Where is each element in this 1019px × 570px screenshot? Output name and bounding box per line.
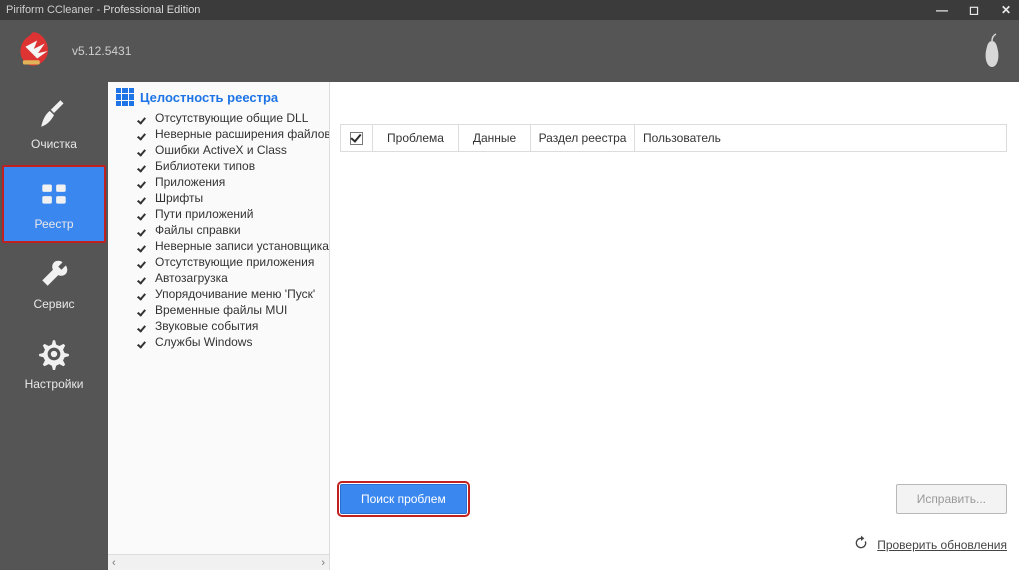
results-table: Проблема Данные Раздел реестра Пользоват… [340,124,1007,152]
check-icon [138,305,148,315]
check-icon [138,289,148,299]
checkbox-icon[interactable] [350,132,363,145]
category-label: Библиотеки типов [155,159,255,173]
check-icon [138,113,148,123]
fix-button[interactable]: Исправить... [896,484,1007,514]
category-item[interactable]: Автозагрузка [116,270,329,286]
category-label: Неверные записи установщика [155,239,329,253]
category-label: Неверные расширения файлов [155,127,329,141]
nav-label: Очистка [31,137,77,151]
close-icon[interactable]: ✕ [999,3,1013,17]
footer: Проверить обновления [853,535,1007,554]
category-list: Отсутствующие общие DLL Неверные расширен… [116,110,329,350]
maximize-icon[interactable]: ◻ [967,3,981,17]
category-item[interactable]: Шрифты [116,190,329,206]
category-label: Приложения [155,175,225,189]
category-label: Временные файлы MUI [155,303,287,317]
nav-clean[interactable]: Очистка [0,85,108,163]
check-icon [138,337,148,347]
blocks-icon [37,177,71,211]
category-label: Ошибки ActiveX и Class [155,143,287,157]
broom-icon [37,97,71,131]
titlebar: Piriform CCleaner - Professional Edition… [0,0,1019,20]
check-icon [138,177,148,187]
nav-label: Сервис [33,297,74,311]
check-icon [138,193,148,203]
category-label: Автозагрузка [155,271,228,285]
category-label: Файлы справки [155,223,241,237]
category-item[interactable]: Упорядочивание меню 'Пуск' [116,286,329,302]
check-icon [138,161,148,171]
nav-registry[interactable]: Реестр [2,165,106,243]
category-item[interactable]: Библиотеки типов [116,158,329,174]
category-item[interactable]: Отсутствующие общие DLL [116,110,329,126]
minimize-icon[interactable]: — [935,3,949,17]
nav-label: Настройки [25,377,84,391]
category-item[interactable]: Неверные записи установщика [116,238,329,254]
sidebar: Очистка Реестр Сервис Настройки [0,82,108,570]
category-label: Пути приложений [155,207,253,221]
check-icon [138,225,148,235]
version-label: v5.12.5431 [72,44,131,58]
table-header: Проблема Данные Раздел реестра Пользоват… [341,125,1006,151]
col-problem[interactable]: Проблема [373,125,459,151]
check-updates-link[interactable]: Проверить обновления [877,538,1007,552]
check-icon [138,209,148,219]
panel-title: Целостность реестра [116,88,329,106]
category-item[interactable]: Звуковые события [116,318,329,334]
scan-button[interactable]: Поиск проблем [340,484,467,514]
check-icon [138,257,148,267]
window-controls: — ◻ ✕ [935,3,1013,17]
col-section[interactable]: Раздел реестра [531,125,635,151]
scroll-left-icon[interactable]: ‹ [112,557,116,569]
app-header: v5.12.5431 [0,20,1019,82]
check-icon [138,129,148,139]
col-data[interactable]: Данные [459,125,531,151]
pear-icon [977,31,1007,71]
category-item[interactable]: Пути приложений [116,206,329,222]
category-item[interactable]: Отсутствующие приложения [116,254,329,270]
scroll-right-icon[interactable]: › [321,557,325,569]
app-logo-icon [12,30,54,72]
col-user[interactable]: Пользователь [635,125,739,151]
category-item[interactable]: Неверные расширения файлов [116,126,329,142]
action-row: Поиск проблем Исправить... [340,484,1007,514]
panel-title-text: Целостность реестра [140,90,278,105]
category-label: Шрифты [155,191,203,205]
category-item[interactable]: Приложения [116,174,329,190]
category-item[interactable]: Файлы справки [116,222,329,238]
check-icon [138,321,148,331]
category-item[interactable]: Ошибки ActiveX и Class [116,142,329,158]
main-content: Проблема Данные Раздел реестра Пользоват… [330,82,1019,570]
check-icon [138,241,148,251]
category-label: Отсутствующие приложения [155,255,314,269]
category-label: Упорядочивание меню 'Пуск' [155,287,315,301]
col-checkbox[interactable] [341,125,373,151]
panel-scrollbar[interactable]: ‹ › [108,554,329,570]
nav-tools[interactable]: Сервис [0,245,108,323]
refresh-icon[interactable] [853,535,869,554]
nav-label: Реестр [35,217,74,231]
gear-icon [37,337,71,371]
category-item[interactable]: Службы Windows [116,334,329,350]
grid-icon [116,88,134,106]
nav-options[interactable]: Настройки [0,325,108,403]
app-title: Piriform CCleaner - Professional Edition [6,4,200,16]
category-label: Звуковые события [155,319,258,333]
registry-categories-panel: Целостность реестра Отсутствующие общие … [108,82,330,570]
category-label: Службы Windows [155,335,252,349]
wrench-icon [37,257,71,291]
category-item[interactable]: Временные файлы MUI [116,302,329,318]
check-icon [138,273,148,283]
check-icon [138,145,148,155]
category-label: Отсутствующие общие DLL [155,111,308,125]
